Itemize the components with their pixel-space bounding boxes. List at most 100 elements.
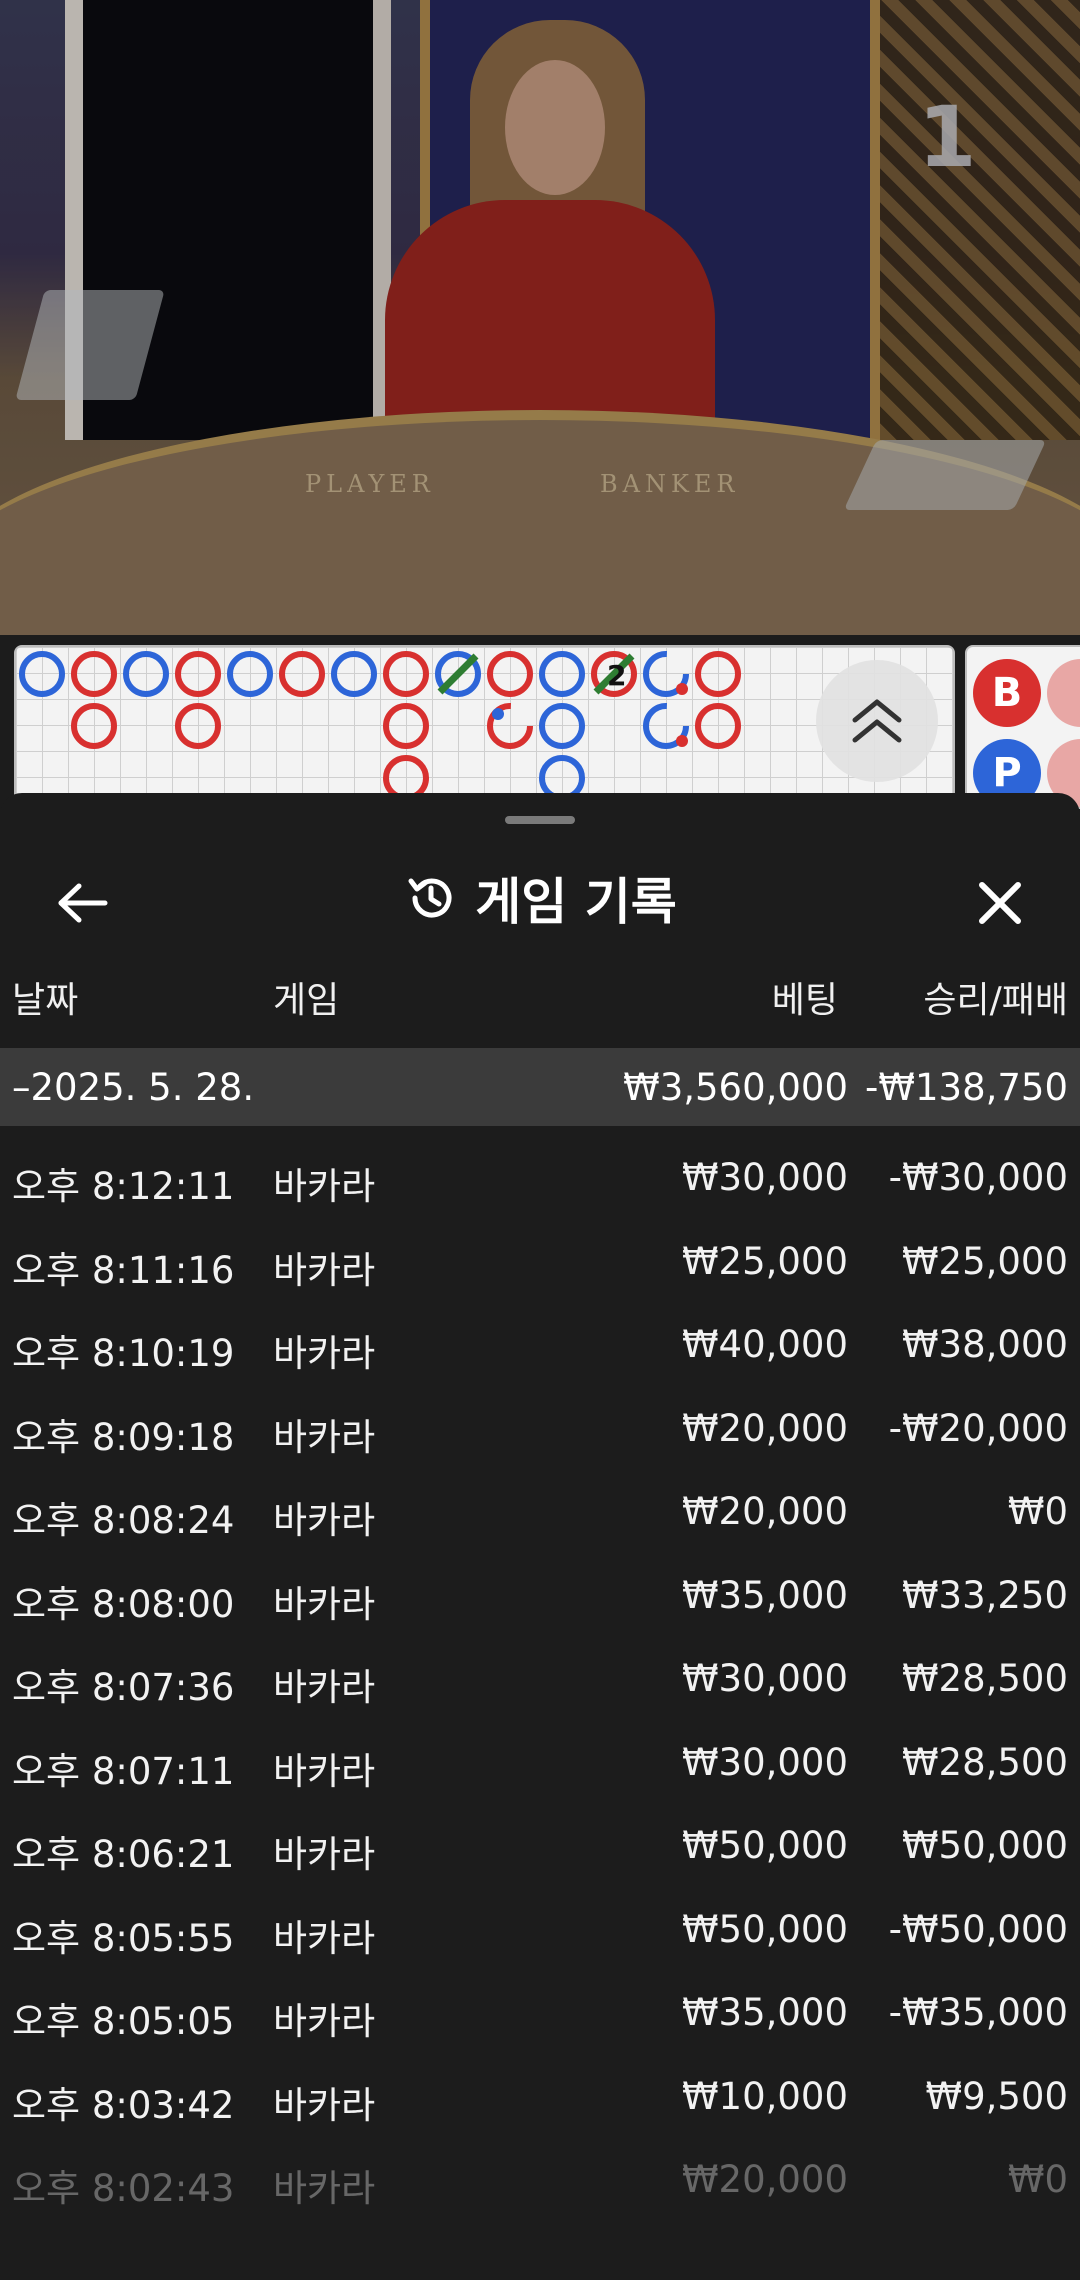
row-bet: ₩30,000 (681, 1657, 848, 1700)
row-bet: ₩35,000 (681, 1991, 848, 2034)
row-bet: ₩20,000 (681, 1490, 848, 1533)
close-button[interactable] (965, 873, 1035, 933)
row-bet: ₩50,000 (681, 1908, 848, 1951)
pair-dot (676, 683, 688, 695)
expand-roadmap-button[interactable] (816, 660, 938, 782)
row-game: 바카라 (273, 1833, 376, 1876)
history-row[interactable]: 오후 8:11:16 바카라 ₩25,000 ₩25,000 (0, 1222, 1080, 1306)
row-time: 오후 8:03:42 (12, 2084, 235, 2127)
row-game: 바카라 (273, 1332, 376, 1375)
history-row[interactable]: 오후 8:02:43 바카라 ₩20,000 ₩0 (0, 2140, 1080, 2224)
row-game: 바카라 (273, 1249, 376, 1292)
history-row[interactable]: 오후 8:10:19 바카라 ₩40,000 ₩38,000 (0, 1305, 1080, 1389)
row-game: 바카라 (273, 1416, 376, 1459)
bead-road[interactable]: 2 (14, 645, 955, 809)
row-game: 바카라 (273, 1499, 376, 1542)
history-row[interactable]: 오후 8:08:24 바카라 ₩20,000 ₩0 (0, 1472, 1080, 1556)
prediction-panel: B P (965, 645, 1080, 809)
date-group-label: –2025. 5. 28. (12, 1066, 255, 1109)
row-bet: ₩30,000 (681, 1741, 848, 1784)
history-row[interactable]: 오후 8:06:21 바카라 ₩50,000 ₩50,000 (0, 1806, 1080, 1890)
road-mark-banker (487, 651, 533, 697)
row-winloss: ₩28,500 (901, 1657, 1068, 1700)
row-winloss: ₩28,500 (901, 1741, 1068, 1784)
history-icon (408, 878, 452, 918)
row-time: 오후 8:08:24 (12, 1499, 235, 1542)
date-group-bet-total: ₩3,560,000 (623, 1066, 848, 1109)
row-winloss: ₩33,250 (901, 1574, 1068, 1617)
row-time: 오후 8:07:11 (12, 1750, 235, 1793)
road-mark-player (227, 651, 273, 697)
column-header-game: 게임 (273, 980, 340, 1021)
game-history-sheet: 게임 기록 날짜 게임 베팅 승리/패배 –2025. 5. 28. ₩3,56… (0, 793, 1080, 2280)
prediction-dot (1047, 659, 1080, 727)
road-mark-player (539, 755, 585, 801)
row-game: 바카라 (273, 1666, 376, 1709)
history-row[interactable]: 오후 8:07:36 바카라 ₩30,000 ₩28,500 (0, 1639, 1080, 1723)
row-winloss: ₩9,500 (925, 2075, 1068, 2118)
tie-count-label: 2 (607, 659, 626, 692)
row-bet: ₩50,000 (681, 1824, 848, 1867)
sheet-title: 게임 기록 (475, 873, 677, 931)
row-winloss: ₩0 (1007, 2158, 1068, 2201)
road-mark-banker (71, 651, 117, 697)
row-time: 오후 8:05:55 (12, 1917, 235, 1960)
banker-prediction-button[interactable]: B (973, 659, 1041, 727)
row-winloss: ₩0 (1007, 1490, 1068, 1533)
row-game: 바카라 (273, 1750, 376, 1793)
road-mark-player (331, 651, 377, 697)
row-winloss: -₩20,000 (888, 1407, 1068, 1450)
column-header-date: 날짜 (12, 980, 79, 1021)
date-group-row[interactable]: –2025. 5. 28. ₩3,560,000 -₩138,750 (0, 1048, 1080, 1126)
row-game: 바카라 (273, 2084, 376, 2127)
road-mark-player (19, 651, 65, 697)
history-row[interactable]: 오후 8:08:00 바카라 ₩35,000 ₩33,250 (0, 1556, 1080, 1640)
row-bet: ₩40,000 (681, 1323, 848, 1366)
road-mark-banker (175, 651, 221, 697)
road-mark-banker (695, 651, 741, 697)
road-mark-banker (279, 651, 325, 697)
row-bet: ₩20,000 (681, 2158, 848, 2201)
sheet-drag-handle[interactable] (505, 816, 575, 824)
row-winloss: ₩38,000 (901, 1323, 1068, 1366)
row-winloss: ₩50,000 (901, 1824, 1068, 1867)
date-group-winloss-total: -₩138,750 (865, 1066, 1068, 1109)
road-mark-banker (383, 703, 429, 749)
pair-dot (492, 708, 504, 720)
row-time: 오후 8:05:05 (12, 2000, 235, 2043)
row-game: 바카라 (273, 1165, 376, 1208)
column-header-bet: 베팅 (771, 980, 838, 1021)
road-mark-banker (383, 651, 429, 697)
row-game: 바카라 (273, 2167, 376, 2210)
road-mark-player (539, 703, 585, 749)
row-time: 오후 8:12:11 (12, 1165, 235, 1208)
row-time: 오후 8:11:16 (12, 1249, 235, 1292)
row-winloss: -₩50,000 (888, 1908, 1068, 1951)
row-bet: ₩25,000 (681, 1240, 848, 1283)
history-row[interactable]: 오후 8:09:18 바카라 ₩20,000 -₩20,000 (0, 1389, 1080, 1473)
row-bet: ₩30,000 (681, 1156, 848, 1199)
row-bet: ₩20,000 (681, 1407, 848, 1450)
sheet-header: 게임 기록 (0, 853, 1080, 943)
row-time: 오후 8:08:00 (12, 1583, 235, 1626)
live-video: PLAYER BANKER 1 (0, 0, 1080, 635)
row-time: 오후 8:07:36 (12, 1666, 235, 1709)
history-row[interactable]: 오후 8:05:05 바카라 ₩35,000 -₩35,000 (0, 1973, 1080, 2057)
row-bet: ₩35,000 (681, 1574, 848, 1617)
history-row[interactable]: 오후 8:07:11 바카라 ₩30,000 ₩28,500 (0, 1723, 1080, 1807)
history-row[interactable]: 오후 8:05:55 바카라 ₩50,000 -₩50,000 (0, 1890, 1080, 1974)
row-bet: ₩10,000 (681, 2075, 848, 2118)
history-row[interactable]: 오후 8:12:11 바카라 ₩30,000 -₩30,000 (0, 1138, 1080, 1222)
column-header-winloss: 승리/패배 (923, 980, 1068, 1021)
history-row[interactable]: 오후 8:03:42 바카라 ₩10,000 ₩9,500 (0, 2057, 1080, 2141)
double-chevron-up-icon (852, 699, 902, 743)
roadmap-graphic: 2 (19, 651, 741, 801)
row-winloss: -₩30,000 (888, 1156, 1068, 1199)
pair-dot (676, 735, 688, 747)
row-time: 오후 8:10:19 (12, 1332, 235, 1375)
row-game: 바카라 (273, 1583, 376, 1626)
row-time: 오후 8:06:21 (12, 1833, 235, 1876)
road-mark-banker (71, 703, 117, 749)
row-game: 바카라 (273, 2000, 376, 2043)
close-icon (979, 882, 1021, 924)
